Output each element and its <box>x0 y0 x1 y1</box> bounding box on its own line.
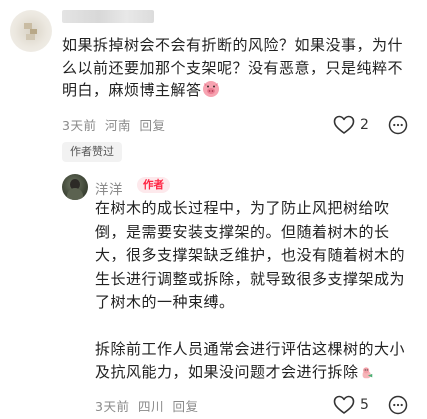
reply-line: 了树木的一种束缚。 <box>95 293 235 311</box>
author-liked-badge: 作者赞过 <box>62 142 122 162</box>
heart-outline-icon <box>333 395 355 414</box>
comment-meta: 3天前 河南 回复 <box>62 115 165 134</box>
comment-reply-link[interactable]: 回复 <box>139 118 165 133</box>
reply-text: 在树木的成长过程中，为了防止风把树给吹 倒，是需要安装支撑架的。但随着树木的长 … <box>95 197 425 388</box>
comment-line: 么以前还要加那个支架呢？没有恶意，只是纯粹不 <box>62 58 404 77</box>
comment-line: 如果拆掉树会不会有折断的风险？如果没事，为什 <box>62 36 404 54</box>
pig-face-emoji-icon <box>202 80 220 105</box>
comment-like-count: 2 <box>360 117 369 133</box>
comment-line: 明白，麻烦博主解答 <box>62 79 422 105</box>
comment-bubble-icon <box>388 115 408 135</box>
comment-time: 3天前 <box>62 118 97 133</box>
comment-text: 如果拆掉树会不会有折断的风险？如果没事，为什 么以前还要加那个支架呢？没有恶意，… <box>62 34 422 105</box>
author-tag-badge: 作者 <box>137 177 170 193</box>
reply-time: 3天前 <box>95 399 130 414</box>
reply-like-count: 5 <box>360 397 369 413</box>
reply-line: 倒，是需要安装支撑架的。但随着树木的长 <box>95 222 390 241</box>
reply-line: 拆除前工作人员通常会进行评估这棵树的大小 <box>95 339 406 358</box>
reply-meta: 3天前 四川 回复 <box>95 396 198 415</box>
comment-like-button[interactable]: 2 <box>333 115 369 135</box>
commenter-avatar[interactable] <box>10 10 52 52</box>
commenter-username-blurred[interactable] <box>62 10 154 23</box>
reply-line: 生长进行调整或拆除，就导致很多支撑架成为 <box>95 269 406 288</box>
hand-sticker-emoji-icon <box>359 364 374 388</box>
heart-outline-icon <box>333 115 355 134</box>
comment-location: 河南 <box>104 118 131 133</box>
reply-line: 在树木的成长过程中，为了防止风把树给吹 <box>95 199 390 217</box>
reply-author-avatar[interactable] <box>62 174 88 200</box>
reply-like-button[interactable]: 5 <box>333 395 369 415</box>
reply-reply-link[interactable]: 回复 <box>172 399 198 414</box>
reply-author-name[interactable]: 洋洋 <box>95 178 123 198</box>
reply-location: 四川 <box>137 399 164 414</box>
comment-bubble-icon <box>388 395 408 415</box>
comment-reply-button[interactable] <box>388 115 408 139</box>
reply-line: 大，很多支撑架缺乏维护，也没有随着树木的 <box>95 246 406 264</box>
reply-line: 及抗风能力，如果没问题才会进行拆除 <box>95 361 425 388</box>
reply-reply-button[interactable] <box>388 395 408 419</box>
